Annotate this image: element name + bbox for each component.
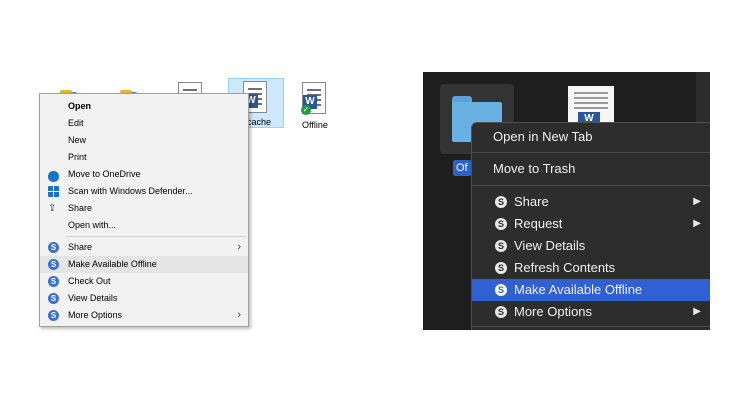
menu-item-view-details[interactable]: S View Details [40, 290, 248, 307]
s-app-icon: S [495, 218, 507, 230]
menu-item-request[interactable]: S Request ▶ [472, 213, 710, 235]
s-app-icon: S [495, 262, 507, 274]
menu-item-open-with[interactable]: Open with... [40, 217, 248, 234]
submenu-arrow-icon: ▶ [693, 306, 701, 317]
menu-item-more-options[interactable]: S More Options ▶ [472, 301, 710, 323]
s-app-icon: S [48, 259, 59, 270]
windows-defender-icon [48, 186, 59, 197]
menu-item-share-windows[interactable]: ⇪ Share [40, 200, 248, 217]
menu-item-view-details[interactable]: S View Details [472, 235, 710, 257]
s-app-icon: S [48, 276, 59, 287]
word-document-icon[interactable]: W [568, 86, 614, 126]
s-app-icon: S [495, 306, 507, 318]
offline-check-icon: ✓ [301, 105, 311, 115]
windows-explorer-area: W cache W ✓ Offline Open Edit New Print … [36, 76, 348, 328]
menu-divider [472, 152, 710, 153]
menu-item-make-available-offline[interactable]: S Make Available Offline [472, 279, 710, 301]
mac-finder-area: Of W Open in New Tab Move to Trash S Sha… [423, 72, 710, 330]
windows-context-menu: Open Edit New Print Move to OneDrive Sca… [39, 93, 249, 327]
menu-item-check-out[interactable]: S Check Out [40, 273, 248, 290]
menu-item-open[interactable]: Open [40, 98, 248, 115]
submenu-arrow-icon: ▶ [693, 196, 701, 207]
menu-item-print[interactable]: Print [40, 149, 248, 166]
file-label: cache [247, 117, 272, 127]
s-app-icon: S [48, 242, 59, 253]
s-app-icon: S [48, 310, 59, 321]
menu-divider [472, 185, 710, 186]
mac-context-menu: Open in New Tab Move to Trash S Share ▶ … [471, 122, 710, 330]
menu-item-share[interactable]: S Share › [40, 239, 248, 256]
menu-item-make-available-offline[interactable]: S Make Available Offline [40, 256, 248, 273]
menu-item-share[interactable]: S Share ▶ [472, 191, 710, 213]
share-icon: ⇪ [48, 203, 57, 214]
folder-label: Of [453, 160, 471, 176]
menu-item-refresh-contents[interactable]: S Refresh Contents [472, 257, 710, 279]
s-app-icon: S [495, 240, 507, 252]
file-label: Offline [302, 120, 328, 130]
submenu-arrow-icon: › [237, 309, 241, 321]
menu-divider [472, 326, 710, 327]
menu-item-scan-defender[interactable]: Scan with Windows Defender... [40, 183, 248, 200]
menu-item-more-options[interactable]: S More Options › [40, 307, 248, 324]
menu-item-move-to-trash[interactable]: Move to Trash [472, 158, 710, 180]
onedrive-cloud-icon [48, 171, 59, 182]
s-app-icon: S [48, 293, 59, 304]
menu-item-new[interactable]: New [40, 132, 248, 149]
s-app-icon: S [495, 284, 507, 296]
s-app-icon: S [495, 196, 507, 208]
menu-divider [66, 236, 246, 237]
submenu-arrow-icon: › [237, 241, 241, 253]
submenu-arrow-icon: ▶ [693, 218, 701, 229]
word-offline-file-icon[interactable]: W ✓ Offline [298, 80, 338, 130]
menu-item-open-in-new-tab[interactable]: Open in New Tab [472, 126, 710, 148]
menu-item-move-to-onedrive[interactable]: Move to OneDrive [40, 166, 248, 183]
menu-item-edit[interactable]: Edit [40, 115, 248, 132]
